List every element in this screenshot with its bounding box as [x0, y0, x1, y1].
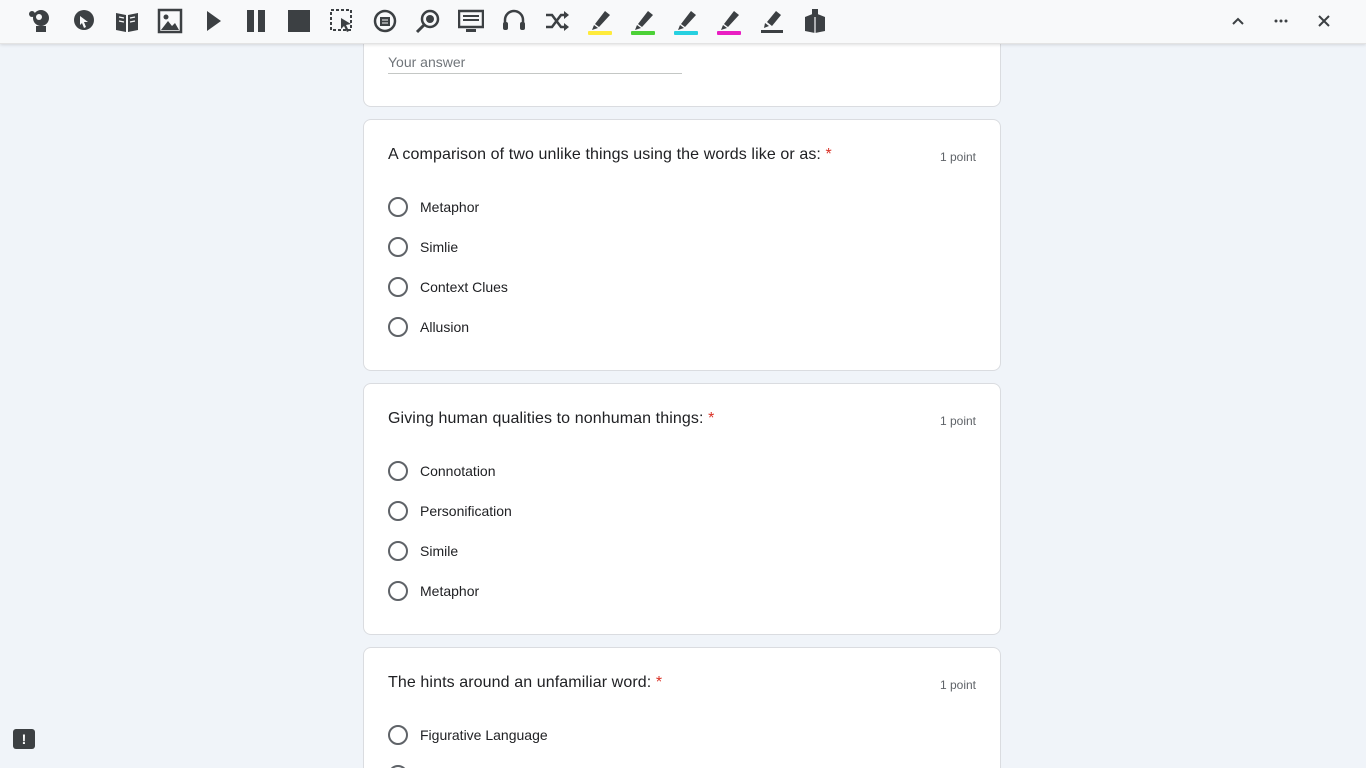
option-label: Simlie: [420, 239, 459, 255]
highlight-yellow-button[interactable]: [585, 6, 615, 36]
vocabulary-button[interactable]: [800, 6, 830, 36]
question-card-1: A comparison of two unlike things using …: [363, 119, 1001, 371]
radio-button[interactable]: [388, 501, 408, 521]
question-title: The hints around an unfamiliar word: *: [388, 674, 663, 691]
pink-color-swatch: [717, 31, 741, 35]
radio-option[interactable]: Simile: [388, 539, 458, 563]
required-asterisk: *: [655, 674, 663, 691]
talk-and-type-button[interactable]: [499, 6, 529, 36]
collapse-toolbar-button[interactable]: [1223, 6, 1253, 36]
radio-option[interactable]: [388, 763, 408, 768]
yellow-color-swatch: [588, 31, 612, 35]
audio-maker-button[interactable]: [370, 6, 400, 36]
report-problem-button[interactable]: !: [13, 729, 35, 749]
question-points: 1 point: [939, 150, 976, 164]
screenshot-reader-icon: [330, 9, 352, 32]
question-title: Giving human qualities to nonhuman thing…: [388, 410, 715, 427]
radio-option[interactable]: Connotation: [388, 459, 496, 483]
picture-dictionary-button[interactable]: [155, 6, 185, 36]
radio-button[interactable]: [388, 725, 408, 745]
radio-button[interactable]: [388, 581, 408, 601]
book-icon: [116, 13, 138, 32]
radio-option[interactable]: Metaphor: [388, 195, 479, 219]
short-answer-input[interactable]: [388, 51, 682, 74]
highlight-cyan-button[interactable]: [671, 6, 701, 36]
question-points: 1 point: [939, 414, 976, 428]
highlight-green-button[interactable]: [628, 6, 658, 36]
highlight-pink-button[interactable]: [714, 6, 744, 36]
screenshot-reader-button[interactable]: [327, 6, 357, 36]
eraser-icon: [761, 11, 783, 33]
radio-option[interactable]: Simlie: [388, 235, 458, 259]
option-label: Allusion: [420, 319, 470, 335]
readwrite-toolbar: [0, 0, 1366, 44]
hover-speech-button[interactable]: [25, 6, 55, 36]
point-to-speak-icon: [74, 10, 94, 30]
stop-icon: [288, 10, 310, 32]
clear-highlights-button[interactable]: [757, 6, 787, 36]
green-color-swatch: [631, 31, 655, 35]
option-label: Metaphor: [420, 583, 480, 599]
option-label: Context Clues: [420, 279, 508, 295]
required-asterisk: *: [708, 410, 715, 427]
headphones-icon: [503, 9, 525, 30]
option-label: Personification: [420, 503, 512, 519]
audio-maker-icon: [373, 9, 397, 33]
radio-button[interactable]: [388, 317, 408, 337]
close-toolbar-button[interactable]: [1309, 6, 1339, 36]
picture-icon: [157, 8, 183, 34]
question-title: A comparison of two unlike things using …: [388, 146, 832, 163]
rewordify-button[interactable]: [542, 6, 572, 36]
question-card-3: The hints around an unfamiliar word: * 1…: [363, 647, 1001, 768]
simplify-button[interactable]: [456, 6, 486, 36]
magnifier-icon: [415, 9, 440, 34]
stop-button[interactable]: [284, 6, 314, 36]
more-options-button[interactable]: [1266, 6, 1296, 36]
radio-button[interactable]: [388, 277, 408, 297]
radio-button[interactable]: [388, 197, 408, 217]
shuffle-icon: [546, 11, 569, 31]
required-asterisk: *: [825, 146, 832, 163]
screen-mask-button[interactable]: [413, 6, 443, 36]
radio-button[interactable]: [388, 541, 408, 561]
chevron-up-icon: [1232, 17, 1244, 25]
point-to-speak-button[interactable]: [69, 6, 99, 36]
play-icon: [207, 11, 221, 31]
radio-option[interactable]: Context Clues: [388, 275, 508, 299]
radio-button[interactable]: [388, 237, 408, 257]
cyan-color-swatch: [674, 31, 698, 35]
dictionary-button[interactable]: [112, 6, 142, 36]
play-button[interactable]: [198, 6, 228, 36]
radio-option[interactable]: Personification: [388, 499, 512, 523]
question-points: 1 point: [939, 678, 976, 692]
option-label: Connotation: [420, 463, 496, 479]
vocabulary-icon: [805, 9, 825, 33]
pause-icon: [247, 10, 265, 32]
option-label: Figurative Language: [420, 727, 548, 743]
radio-option[interactable]: Metaphor: [388, 579, 479, 603]
monitor-icon: [458, 9, 484, 32]
option-label: Simile: [420, 543, 459, 559]
question-card-2: Giving human qualities to nonhuman thing…: [363, 383, 1001, 635]
radio-option[interactable]: Allusion: [388, 315, 469, 339]
hover-speech-icon: [29, 10, 49, 32]
option-label: Metaphor: [420, 199, 480, 215]
radio-button[interactable]: [388, 461, 408, 481]
radio-option[interactable]: Figurative Language: [388, 723, 548, 747]
pause-button[interactable]: [241, 6, 271, 36]
more-horizontal-icon: [1274, 19, 1288, 23]
close-icon: [1318, 15, 1330, 27]
